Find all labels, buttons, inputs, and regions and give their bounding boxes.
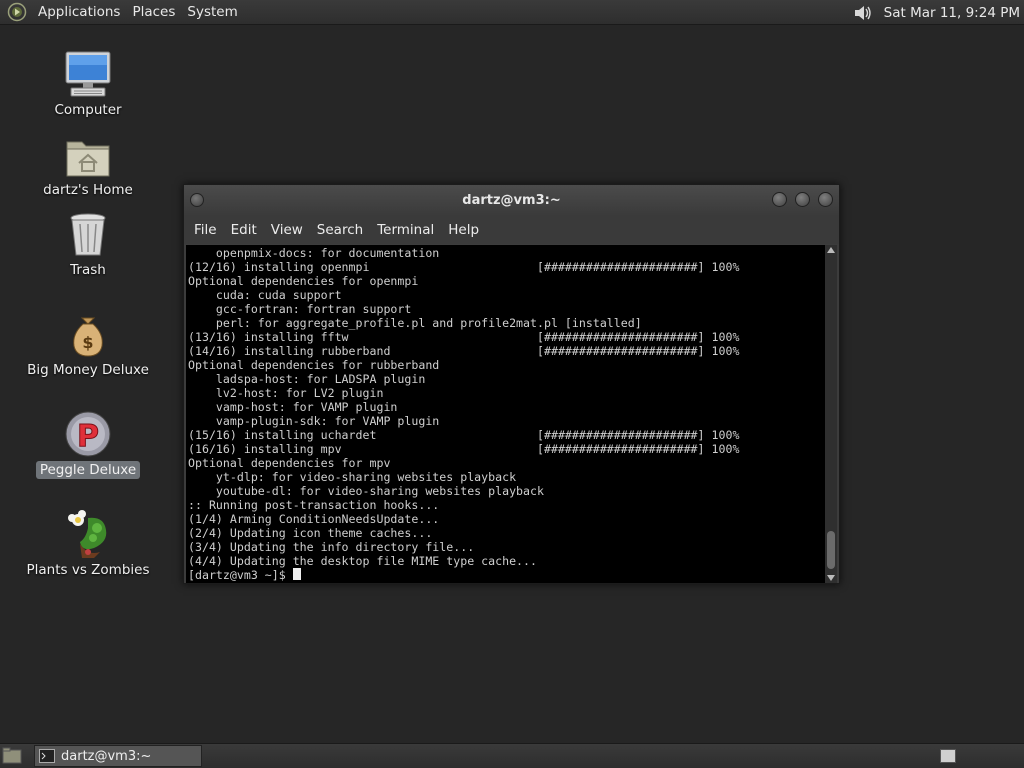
terminal-line: lv2-host: for LV2 plugin bbox=[188, 386, 384, 400]
menu-file[interactable]: File bbox=[187, 216, 224, 244]
terminal-line: Optional dependencies for openmpi bbox=[188, 274, 419, 288]
terminal-scrollbar[interactable] bbox=[825, 245, 837, 583]
terminal-output[interactable]: openpmix-docs: for documentation (12/16) … bbox=[186, 245, 826, 583]
terminal-line: (2/4) Updating icon theme caches... bbox=[188, 526, 433, 540]
top-panel: Applications Places System Sat Mar 11, 9… bbox=[0, 0, 1024, 25]
terminal-line: (16/16) installing mpv [################… bbox=[188, 442, 740, 456]
places-menu[interactable]: Places bbox=[126, 0, 181, 25]
svg-text:P: P bbox=[77, 419, 99, 454]
scroll-down-arrow-icon[interactable] bbox=[827, 575, 835, 581]
taskbar-terminal-button[interactable]: dartz@vm3:~ bbox=[34, 745, 202, 767]
clock[interactable]: Sat Mar 11, 9:24 PM bbox=[876, 5, 1024, 21]
desktop-icon-computer[interactable]: Computer bbox=[23, 46, 153, 119]
terminal-line: ladspa-host: for LADSPA plugin bbox=[188, 372, 426, 386]
maximize-button[interactable] bbox=[795, 192, 810, 207]
window-menu-button[interactable] bbox=[190, 193, 204, 207]
svg-text:$: $ bbox=[82, 333, 93, 352]
menu-terminal[interactable]: Terminal bbox=[370, 216, 441, 244]
system-menu[interactable]: System bbox=[181, 0, 243, 25]
minimize-button[interactable] bbox=[772, 192, 787, 207]
desktop-icon-label: Big Money Deluxe bbox=[27, 362, 149, 378]
trash-icon bbox=[62, 206, 114, 258]
desktop-icon-label: dartz's Home bbox=[43, 182, 133, 198]
shell-prompt: [dartz@vm3 ~]$ bbox=[188, 568, 293, 582]
desktop-icon-label: Plants vs Zombies bbox=[26, 562, 150, 578]
taskbar-label: dartz@vm3:~ bbox=[61, 748, 152, 764]
scrollbar-thumb[interactable] bbox=[827, 531, 835, 569]
terminal-text: openpmix-docs: for documentation (12/16) … bbox=[188, 246, 826, 568]
terminal-line: perl: for aggregate_profile.pl and profi… bbox=[188, 316, 642, 330]
scroll-up-arrow-icon[interactable] bbox=[827, 247, 835, 253]
peggle-icon: P bbox=[62, 406, 114, 458]
terminal-line: Optional dependencies for mpv bbox=[188, 456, 391, 470]
desktop-icon-label: Peggle Deluxe bbox=[35, 461, 141, 479]
terminal-titlebar[interactable]: dartz@vm3:~ bbox=[184, 185, 839, 216]
menu-view[interactable]: View bbox=[264, 216, 310, 244]
terminal-menubar: File Edit View Search Terminal Help bbox=[184, 216, 839, 244]
terminal-line: (13/16) installing fftw [###############… bbox=[188, 330, 740, 344]
menu-help[interactable]: Help bbox=[441, 216, 486, 244]
terminal-line: youtube-dl: for video-sharing websites p… bbox=[188, 484, 544, 498]
applications-menu[interactable]: Applications bbox=[32, 0, 126, 25]
terminal-line: gcc-fortran: fortran support bbox=[188, 302, 412, 316]
terminal-line: (4/4) Updating the desktop file MIME typ… bbox=[188, 554, 538, 568]
show-desktop-icon[interactable] bbox=[2, 747, 22, 765]
terminal-line: vamp-plugin-sdk: for VAMP plugin bbox=[188, 414, 440, 428]
close-button[interactable] bbox=[818, 192, 833, 207]
menu-edit[interactable]: Edit bbox=[224, 216, 264, 244]
desktop-icon-plants-vs-zombies[interactable]: Plants vs Zombies bbox=[23, 506, 153, 579]
window-title: dartz@vm3:~ bbox=[462, 193, 561, 208]
terminal-line: openpmix-docs: for documentation bbox=[188, 246, 440, 260]
plants-vs-zombies-icon bbox=[62, 506, 114, 558]
terminal-window[interactable]: dartz@vm3:~ File Edit View Search Termin… bbox=[183, 184, 840, 584]
desktop-icon-label: Computer bbox=[54, 102, 122, 118]
desktop-icon-home[interactable]: dartz's Home bbox=[23, 126, 153, 199]
terminal-line: (3/4) Updating the info directory file..… bbox=[188, 540, 475, 554]
money-bag-icon: $ bbox=[62, 306, 114, 358]
computer-icon bbox=[62, 46, 114, 98]
terminal-line: (12/16) installing openmpi [############… bbox=[188, 260, 740, 274]
desktop-icon-label: Trash bbox=[70, 262, 106, 278]
desktop-icon-trash[interactable]: Trash bbox=[23, 206, 153, 279]
bottom-panel: dartz@vm3:~ bbox=[0, 743, 1024, 768]
home-folder-icon bbox=[62, 126, 114, 178]
terminal-line: (15/16) installing uchardet [###########… bbox=[188, 428, 740, 442]
terminal-line: Optional dependencies for rubberband bbox=[188, 358, 440, 372]
applications-logo-icon[interactable] bbox=[6, 1, 28, 23]
terminal-line: cuda: cuda support bbox=[188, 288, 342, 302]
desktop-icon-peggle[interactable]: P Peggle Deluxe bbox=[23, 406, 153, 479]
terminal-line: (1/4) Arming ConditionNeedsUpdate... bbox=[188, 512, 440, 526]
terminal-line: vamp-host: for VAMP plugin bbox=[188, 400, 398, 414]
workspace-switcher[interactable] bbox=[940, 749, 956, 763]
menu-search[interactable]: Search bbox=[310, 216, 370, 244]
volume-icon[interactable] bbox=[850, 2, 876, 24]
terminal-line: (14/16) installing rubberband [#########… bbox=[188, 344, 740, 358]
text-cursor bbox=[292, 568, 301, 580]
terminal-line: yt-dlp: for video-sharing websites playb… bbox=[188, 470, 517, 484]
terminal-icon bbox=[39, 749, 55, 763]
terminal-line: :: Running post-transaction hooks... bbox=[188, 498, 440, 512]
desktop-icon-big-money[interactable]: $ Big Money Deluxe bbox=[23, 306, 153, 379]
